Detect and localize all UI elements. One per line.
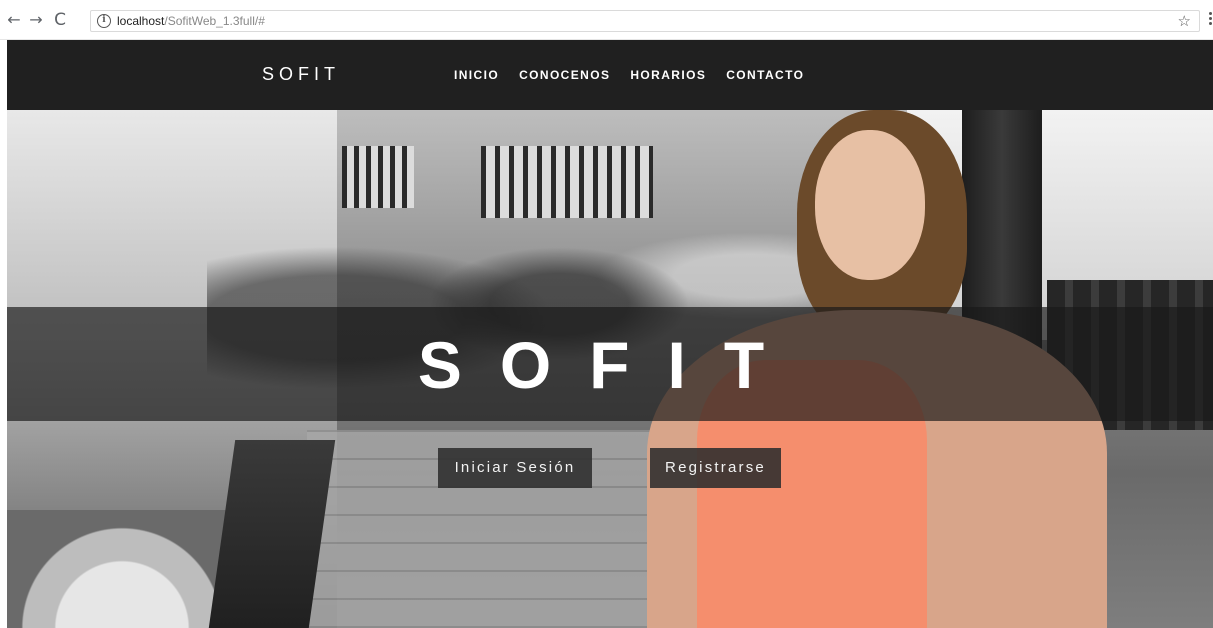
- bookmark-star-icon[interactable]: ☆: [1178, 12, 1191, 30]
- reload-icon[interactable]: C: [50, 10, 70, 30]
- info-icon[interactable]: i: [97, 14, 111, 28]
- web-page: SOFIT INICIO CONOCENOS HORARIOS CONTACTO: [7, 40, 1213, 628]
- url-text[interactable]: localhost/SofitWeb_1.3full/#: [117, 14, 265, 28]
- main-menu: INICIO CONOCENOS HORARIOS CONTACTO: [454, 68, 804, 82]
- forward-arrow-icon[interactable]: →: [26, 10, 46, 30]
- nav-link-conocenos[interactable]: CONOCENOS: [519, 68, 610, 82]
- login-button[interactable]: Iniciar Sesión: [438, 448, 592, 488]
- fan: [7, 510, 237, 628]
- url-host: localhost: [117, 14, 165, 28]
- nav-link-horarios[interactable]: HORARIOS: [630, 68, 706, 82]
- hero-title: SOFIT: [417, 328, 803, 402]
- browser-toolbar: ← → C i localhost/SofitWeb_1.3full/# ☆: [0, 0, 1213, 40]
- site-brand[interactable]: SOFIT: [262, 64, 340, 85]
- back-arrow-icon[interactable]: ←: [4, 10, 24, 30]
- hero-section: SOFIT Iniciar Sesión Registrarse: [7, 110, 1213, 628]
- nav-link-contacto[interactable]: CONTACTO: [726, 68, 804, 82]
- site-navbar: SOFIT INICIO CONOCENOS HORARIOS CONTACTO: [7, 40, 1213, 110]
- register-button[interactable]: Registrarse: [650, 448, 781, 488]
- url-path: /SofitWeb_1.3full/#: [164, 14, 265, 28]
- browser-menu-icon[interactable]: [1209, 12, 1213, 28]
- woman-face: [815, 130, 925, 280]
- hero-title-band: SOFIT: [7, 307, 1213, 421]
- nav-link-inicio[interactable]: INICIO: [454, 68, 499, 82]
- address-bar[interactable]: i localhost/SofitWeb_1.3full/# ☆: [90, 10, 1200, 32]
